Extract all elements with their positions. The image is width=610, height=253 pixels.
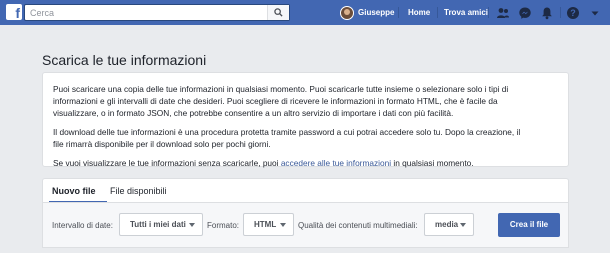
file-tabs: Nuovo file File disponibili — [42, 178, 569, 203]
search-button[interactable] — [267, 5, 289, 20]
download-options-bar: Intervallo di date: Tutti i miei dati Fo… — [42, 202, 569, 248]
chevron-down-icon — [189, 223, 195, 227]
chevron-down-icon — [460, 223, 466, 227]
create-file-button[interactable]: Crea il file — [498, 213, 560, 237]
top-navigation-bar: f Giuseppe Home Trova amici ? — [0, 0, 610, 25]
home-link[interactable]: Home — [408, 8, 430, 17]
media-quality-value: media — [435, 220, 459, 229]
help-icon[interactable]: ? — [566, 6, 580, 20]
format-label: Formato: — [207, 221, 240, 230]
search-icon — [274, 8, 283, 17]
user-name: Giuseppe — [358, 8, 395, 17]
profile-link[interactable]: Giuseppe — [340, 5, 394, 20]
info-text: in qualsiasi momento. — [391, 158, 474, 168]
date-range-label: Intervallo di date: — [52, 221, 113, 230]
date-range-dropdown[interactable]: Tutti i miei dati — [119, 213, 203, 236]
media-quality-dropdown[interactable]: media — [424, 213, 474, 236]
info-text: Il download delle tue informazioni è una… — [53, 127, 521, 137]
info-text: Se vuoi visualizzare le tue informazioni… — [53, 158, 281, 168]
info-text: informazioni e gli intervalli di date ch… — [53, 96, 498, 106]
notifications-icon[interactable] — [540, 6, 554, 20]
date-range-value: Tutti i miei dati — [130, 220, 186, 229]
friend-requests-icon[interactable] — [496, 6, 510, 20]
tab-new-file[interactable]: Nuovo file — [52, 186, 96, 196]
info-text: file rimarrà disponibile per il download… — [53, 139, 271, 149]
info-text: Puoi scaricare una copia delle tue infor… — [53, 84, 509, 94]
tab-available-files[interactable]: File disponibili — [110, 186, 167, 196]
facebook-logo[interactable]: f — [6, 4, 22, 21]
info-panel: Puoi scaricare una copia delle tue infor… — [42, 72, 569, 169]
format-dropdown[interactable]: HTML — [243, 213, 294, 236]
messenger-icon[interactable] — [518, 6, 532, 20]
nav-divider — [437, 7, 438, 18]
chevron-down-icon — [280, 223, 286, 227]
info-paragraph-3: Se vuoi visualizzare le tue informazioni… — [53, 157, 558, 169]
media-quality-label: Qualità dei contenuti multimediali: — [298, 221, 418, 230]
info-paragraph-2: Il download delle tue informazioni è una… — [53, 126, 558, 150]
page-title: Scarica le tue informazioni — [42, 52, 207, 68]
find-friends-link[interactable]: Trova amici — [444, 8, 488, 17]
access-your-information-link[interactable]: accedere alle tue informazioni — [281, 158, 391, 168]
nav-divider — [560, 7, 561, 18]
search-box — [24, 4, 290, 21]
menu-caret-icon[interactable] — [588, 6, 602, 20]
nav-divider — [488, 7, 489, 18]
svg-text:?: ? — [570, 8, 576, 18]
avatar — [340, 5, 354, 20]
format-value: HTML — [254, 220, 277, 229]
info-text: visualizzare, o in formato JSON, che pot… — [53, 108, 454, 118]
search-input[interactable] — [30, 5, 265, 20]
info-paragraph-1: Puoi scaricare una copia delle tue infor… — [53, 83, 558, 119]
logo-letter: f — [15, 5, 20, 21]
nav-divider — [398, 7, 399, 18]
